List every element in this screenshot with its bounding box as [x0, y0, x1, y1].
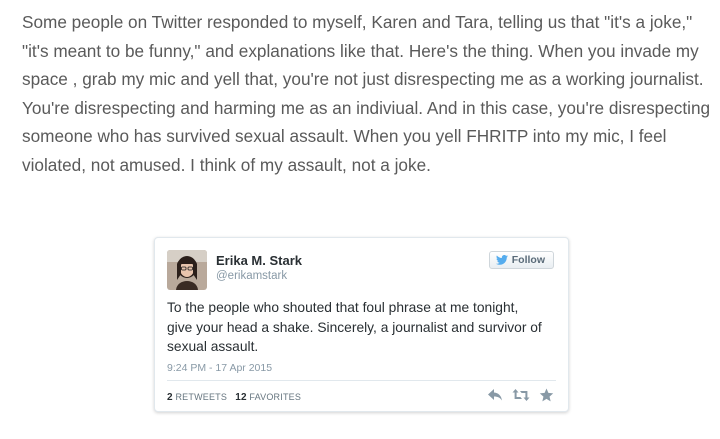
- favorites-label: FAVORITES: [249, 392, 302, 402]
- retweets-stat[interactable]: 2 RETWEETS: [167, 392, 230, 403]
- tweet-actions: [487, 388, 554, 402]
- reply-icon[interactable]: [487, 388, 503, 402]
- retweet-icon[interactable]: [512, 388, 530, 402]
- avatar[interactable]: [167, 250, 207, 290]
- follow-button[interactable]: Follow: [488, 251, 554, 269]
- tweet-text: To the people who shouted that foul phra…: [167, 300, 542, 354]
- article-paragraph: Some people on Twitter responded to myse…: [22, 12, 711, 175]
- tweet-divider: [167, 380, 556, 381]
- tweet-stats: 2 RETWEETS 12 FAVORITES: [167, 392, 301, 403]
- star-icon[interactable]: [539, 388, 554, 402]
- twitter-bird-icon: [495, 255, 508, 265]
- favorites-count: 12: [235, 392, 247, 403]
- author-name[interactable]: Erika M. Stark: [216, 253, 302, 268]
- retweets-label: RETWEETS: [175, 392, 228, 402]
- author-handle[interactable]: @erikamstark: [216, 270, 287, 282]
- retweets-count: 2: [167, 392, 173, 403]
- tweet-timestamp[interactable]: 9:24 PM - 17 Apr 2015: [167, 362, 272, 374]
- embedded-tweet-card[interactable]: Erika M. Stark @erikamstark Follow To th…: [154, 237, 569, 412]
- favorites-stat[interactable]: 12 FAVORITES: [235, 392, 302, 403]
- follow-label: Follow: [511, 254, 545, 266]
